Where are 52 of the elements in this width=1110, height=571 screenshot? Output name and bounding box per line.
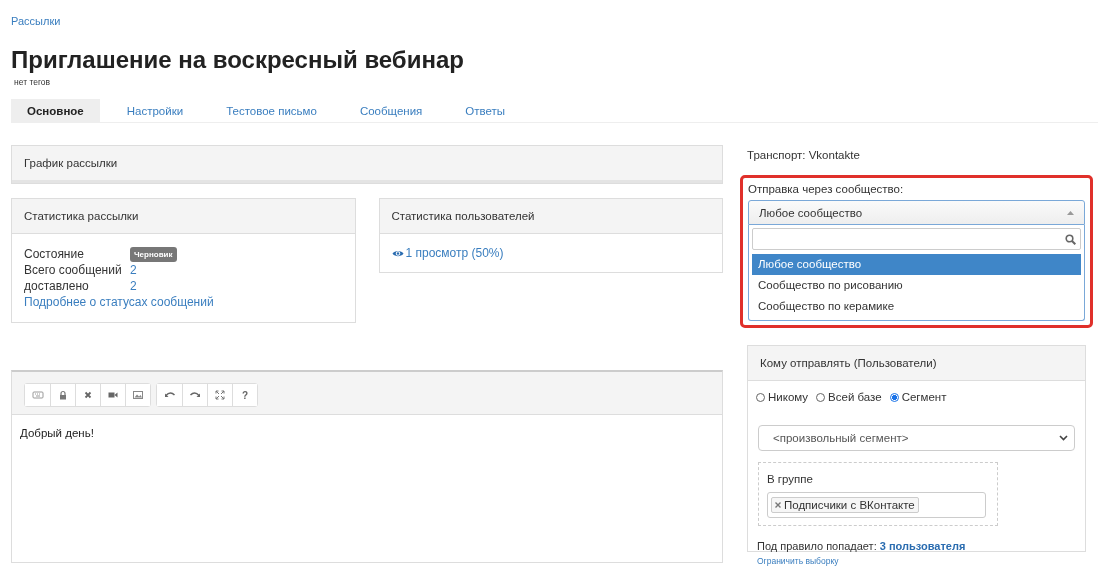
radio-button[interactable]: [756, 392, 765, 402]
dropdown-option[interactable]: Сообщество по керамике: [752, 296, 1081, 317]
image-icon: [132, 389, 144, 401]
community-select[interactable]: Любое сообщество: [748, 200, 1085, 225]
lock-icon: [57, 389, 69, 401]
radio-button[interactable]: [816, 392, 826, 402]
stat-value-link[interactable]: 2: [130, 262, 137, 278]
dropdown-option[interactable]: Сообщество по рисованию: [752, 275, 1081, 296]
breadcrumb-link[interactable]: Рассылки: [11, 15, 61, 27]
keyboard-icon: [31, 389, 44, 401]
field-label: Отправка через сообщество:: [748, 182, 905, 197]
search-icon: [1065, 233, 1076, 245]
dropdown-option[interactable]: Любое сообщество: [752, 254, 1081, 275]
page-title: Приглашение на воскресный вебинар: [11, 46, 465, 74]
group-label: В группе: [767, 473, 813, 485]
tab[interactable]: Тестовое письмо: [210, 99, 333, 122]
eye-icon: [391, 248, 404, 258]
radio-option[interactable]: Сегмент: [889, 391, 947, 403]
tags-label: нет тегов: [14, 77, 51, 87]
help-button[interactable]: ?: [232, 384, 257, 406]
remove-icon: [775, 502, 781, 508]
limit-selection-link[interactable]: Ограничить выборку: [757, 556, 839, 566]
stat-label: Состояние: [24, 246, 85, 262]
views-link[interactable]: 1 просмотр (50%): [405, 246, 504, 260]
match-count-text: Под правило попадает: 3 пользователя: [757, 540, 966, 552]
radio-option[interactable]: Никому: [756, 391, 809, 403]
image-button[interactable]: [125, 384, 150, 406]
tab[interactable]: Ответы: [449, 99, 522, 122]
status-badge: Черновик: [130, 246, 177, 262]
group-tag-field[interactable]: Подписчики с ВКонтакте: [767, 492, 986, 518]
fullscreen-icon: [214, 389, 226, 401]
tab[interactable]: Сообщения: [343, 99, 439, 122]
radio-button[interactable]: [889, 392, 899, 402]
segment-select[interactable]: <произвольный сегмент>: [758, 425, 1075, 451]
panel-header: График рассылки: [12, 146, 722, 183]
tab[interactable]: Настройки: [110, 99, 200, 122]
caret-up-icon: [1067, 210, 1074, 215]
panel-header: Статистика рассылки: [12, 199, 355, 234]
stat-label: доставлено: [24, 278, 90, 294]
group-tag: Подписчики с ВКонтакте: [771, 497, 919, 513]
radio-option[interactable]: Всей базе: [816, 391, 882, 403]
transport-label: Транспорт: Vkontakte: [747, 149, 861, 161]
stat-value-link[interactable]: 2: [130, 278, 137, 294]
tab[interactable]: Основное: [11, 99, 100, 122]
panel-header: Статистика пользователей: [379, 199, 722, 234]
details-link[interactable]: Подробнее о статусах сообщений: [24, 294, 214, 310]
panel-header: Кому отправлять (Пользователи): [748, 346, 1085, 381]
close-icon: [82, 389, 94, 401]
editor-text: Добрый день!: [19, 426, 95, 441]
search-field[interactable]: [752, 228, 1081, 250]
stat-label: Всего сообщений: [24, 262, 123, 278]
chevron-down-icon: [1059, 435, 1068, 441]
